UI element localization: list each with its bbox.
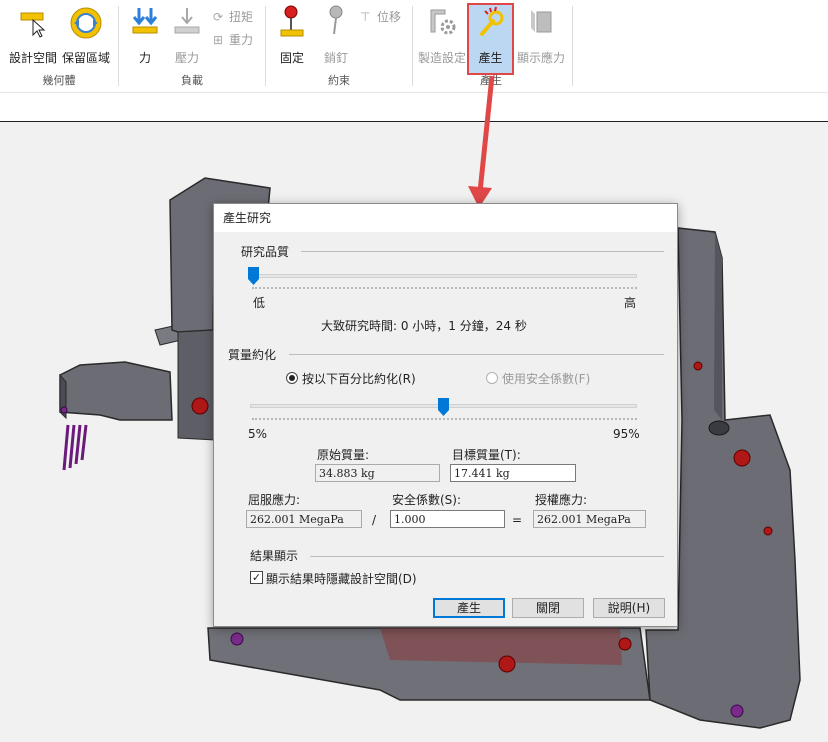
group-label-constraints: 約束 — [328, 74, 350, 87]
group-label-geometry: 幾何體 — [42, 74, 76, 87]
quality-high-label: 高 — [624, 296, 637, 310]
secondary-toolbar — [0, 92, 828, 122]
divide-symbol: / — [372, 513, 377, 527]
pin-button[interactable]: 銷釘 — [314, 0, 358, 70]
ribbon-separator — [118, 6, 119, 86]
original-mass-field: 34.883 kg — [315, 464, 440, 482]
force-button[interactable]: 力 — [124, 0, 166, 70]
keep-region-label: 保留區域 — [61, 51, 110, 65]
section-divider — [301, 251, 664, 252]
quality-section-title: 研究品質 — [241, 245, 290, 259]
gravity-label: 重力 — [229, 33, 254, 47]
bracket-arm — [59, 361, 173, 421]
allowable-stress-label: 授權應力: — [535, 493, 588, 507]
show-stress-icon — [531, 10, 552, 33]
show-stress-button[interactable]: 顯示應力 — [514, 0, 568, 70]
use-safety-factor-radio[interactable] — [486, 372, 498, 384]
pins — [62, 424, 88, 471]
allowable-stress-field: 262.001 MegaPa — [533, 510, 646, 528]
yield-stress-field: 262.001 MegaPa — [246, 510, 362, 528]
generate-study-dialog: 產生研究 研究品質 低 高 大致研究時間: 0 小時，1 分鐘，24 秒 質量約… — [213, 203, 678, 627]
displacement-label: 位移 — [377, 10, 402, 24]
ribbon-separator — [412, 6, 413, 86]
dialog-title: 產生研究 — [214, 204, 677, 232]
force-arrows-icon — [132, 8, 158, 34]
mass-section-title: 質量約化 — [228, 348, 277, 362]
torque-button[interactable]: ⟳ 扭矩 — [213, 8, 253, 25]
safety-factor-label: 安全係數(S): — [392, 493, 462, 507]
fixed-label: 固定 — [279, 51, 304, 65]
group-label-loads: 負載 — [181, 74, 203, 87]
reduce-by-percent-radio[interactable] — [286, 372, 298, 384]
equals-symbol: = — [512, 513, 523, 527]
quality-slider-track[interactable] — [250, 274, 637, 278]
close-button[interactable]: 關閉 — [512, 598, 584, 618]
section-divider — [310, 556, 664, 557]
quality-slider-thumb[interactable] — [247, 267, 259, 285]
quality-low-label: 低 — [253, 296, 266, 310]
ribbon-separator — [265, 6, 266, 86]
fixed-button[interactable]: 固定 — [270, 0, 314, 70]
keep-region-icon — [70, 7, 102, 39]
results-section-title: 結果顯示 — [250, 549, 299, 563]
hide-design-space-label[interactable]: 顯示結果時隱藏設計空間(D) — [266, 570, 417, 587]
estimated-time: 大致研究時間: 0 小時，1 分鐘，24 秒 — [321, 319, 527, 333]
design-space-icon — [20, 12, 46, 38]
torque-label: 扭矩 — [229, 10, 254, 24]
generate-ribbon-label: 產生 — [478, 51, 503, 65]
group-label-generate: 產生 — [480, 74, 502, 87]
generate-ribbon-button[interactable]: 產生 — [467, 0, 514, 70]
displacement-button[interactable]: ⊤ 位移 — [360, 8, 401, 25]
safety-factor-field[interactable]: 1.000 — [390, 510, 505, 528]
generate-wand-icon — [480, 6, 504, 36]
gravity-button[interactable]: ⊞ 重力 — [213, 31, 253, 48]
displacement-icon: ⊤ — [360, 10, 371, 24]
help-button[interactable]: 說明(H) — [593, 598, 665, 618]
pin-icon — [329, 5, 343, 35]
generate-button[interactable]: 產生 — [433, 598, 505, 618]
mass-min-label: 5% — [248, 427, 268, 441]
quality-slider-ticks — [252, 287, 637, 292]
manufacturing-settings-label: 製造設定 — [417, 51, 466, 65]
yield-stress-label: 屈服應力: — [248, 493, 301, 507]
gravity-icon: ⊞ — [213, 33, 224, 47]
fixed-pin-icon — [280, 5, 304, 37]
design-space-button[interactable]: 設計空間 — [6, 0, 60, 70]
original-mass-label: 原始質量: — [317, 448, 370, 462]
mass-slider-ticks — [252, 418, 637, 423]
torque-icon: ⟳ — [213, 10, 224, 24]
reduce-by-percent-label[interactable]: 按以下百分比約化(R) — [302, 370, 416, 387]
design-space-label: 設計空間 — [8, 51, 57, 65]
ribbon: 設計空間 保留區域 幾何體 力 壓力 ⟳ 扭矩 ⊞ 重力 負載 固定 銷釘 ⊤ … — [0, 0, 828, 92]
mass-slider-thumb[interactable] — [438, 398, 449, 416]
pressure-label: 壓力 — [174, 51, 199, 65]
keep-region-button[interactable]: 保留區域 — [60, 0, 112, 70]
manufacturing-settings-button[interactable]: 製造設定 — [416, 0, 468, 70]
pressure-button[interactable]: 壓力 — [166, 0, 208, 70]
use-safety-factor-label[interactable]: 使用安全係數(F) — [502, 370, 590, 387]
pressure-icon — [174, 8, 200, 34]
target-mass-field[interactable]: 17.441 kg — [450, 464, 576, 482]
target-mass-label: 目標質量(T): — [452, 448, 521, 462]
manufacturing-gear-icon — [430, 9, 456, 35]
force-label: 力 — [138, 51, 151, 65]
pin-label: 銷釘 — [323, 51, 348, 65]
mass-max-label: 95% — [613, 427, 640, 441]
section-divider — [289, 354, 664, 355]
hide-design-space-checkbox[interactable]: ✓ — [250, 571, 263, 584]
ribbon-separator — [572, 6, 573, 86]
show-stress-label: 顯示應力 — [516, 51, 565, 65]
